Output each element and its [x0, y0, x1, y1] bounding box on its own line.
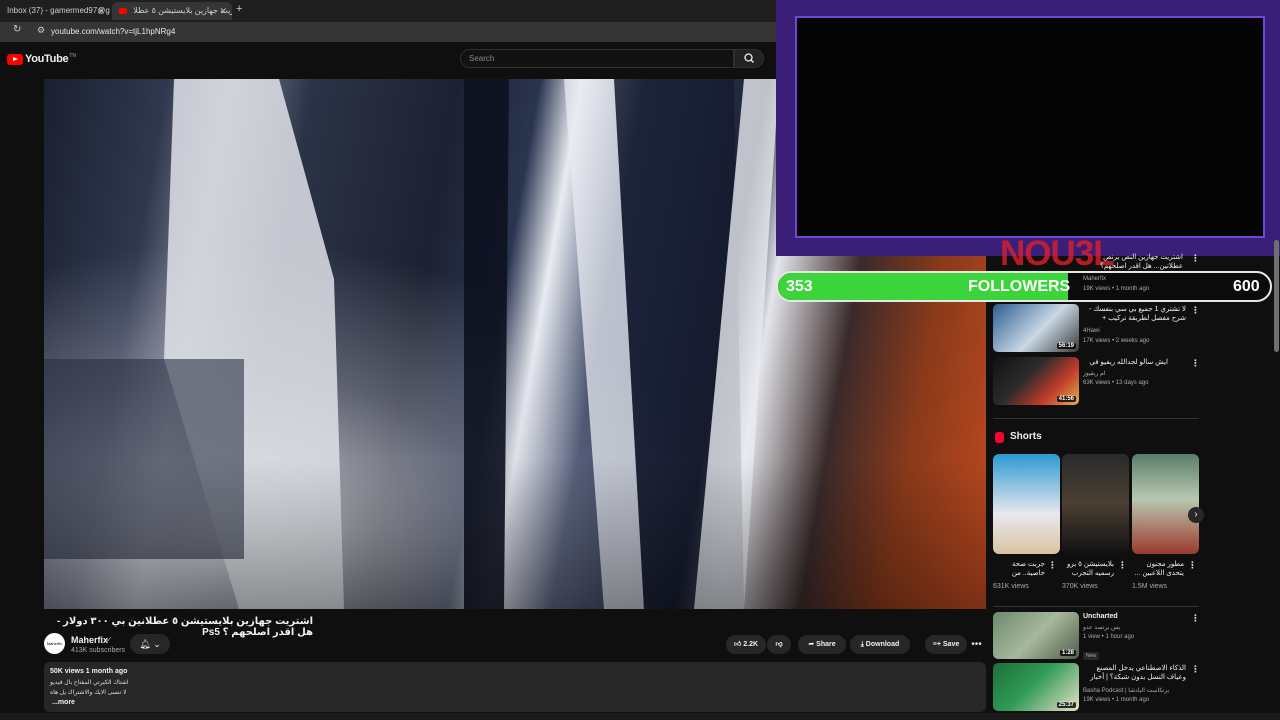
new-badge-wrap: New [1083, 644, 1100, 662]
description-box[interactable] [44, 662, 986, 712]
followers-label: FOLLOWERS [968, 278, 1071, 295]
related-video-title[interactable]: الذكاء الاصطناعي يدخل المصنع وعياف التسل… [1083, 664, 1186, 682]
short-title[interactable]: مطور مجنون يتحدى اللاعبين ... [1132, 560, 1184, 578]
logo-text: YouTube [25, 53, 69, 65]
youtube-logo[interactable]: YouTube TN [7, 53, 76, 65]
video-duration: 1:28 [1059, 650, 1076, 656]
related-video-channel[interactable]: ام ريفيوز [1083, 370, 1105, 377]
short-thumbnail[interactable] [993, 454, 1060, 554]
related-video-thumbnail[interactable]: 25:37 [993, 663, 1079, 711]
related-video-meta: 17K views • 2 weeks ago [1083, 338, 1150, 344]
related-video-thumbnail[interactable]: 1:28 [993, 612, 1079, 659]
chevron-right-icon[interactable]: › [1188, 507, 1204, 523]
new-tab-icon[interactable]: + [236, 3, 242, 15]
related-video-title[interactable]: ايش سالو لجدالله ريفيو في 2025؟ [1083, 358, 1168, 367]
short-thumbnail[interactable] [1062, 454, 1129, 554]
short-title[interactable]: جربت صحة خاصية.. من [993, 560, 1045, 578]
description-line: لا تنسى الايك والاشتراك يل هاه [50, 690, 127, 696]
related-video-meta: 1 view • 1 hour ago [1083, 634, 1135, 640]
related-video-title[interactable]: اشتريت جهازين النص برنص عطلانين... هل اق… [1083, 253, 1183, 271]
shorts-icon [995, 432, 1004, 443]
description-line: اشتاك الكيرتي المفتاح بال فيديو [50, 680, 129, 686]
related-video-meta: 19K views • 1 month ago [1083, 697, 1150, 703]
more-options-icon[interactable]: ⋮ [1048, 560, 1057, 571]
notification-bell-button[interactable]: 🔔︎ ⌄ [130, 634, 170, 654]
channel-avatar[interactable]: Maherfix [44, 633, 65, 654]
close-tab-icon[interactable]: ✕ [219, 2, 227, 20]
more-options-icon[interactable]: ⋮ [1191, 305, 1200, 316]
related-video-meta: 19K views • 1 month ago [1083, 286, 1150, 292]
sidebar-scrollbar[interactable] [1274, 240, 1279, 352]
search-input[interactable]: Search [460, 49, 734, 68]
divider [993, 418, 1199, 419]
share-button[interactable]: ➦ Share [798, 635, 846, 654]
related-video-channel[interactable]: يس برنصد عدو [1083, 624, 1120, 631]
more-options-icon[interactable]: ⋮ [1191, 664, 1200, 675]
url-field[interactable]: youtube.com/watch?v=tjL1hpNRg4 [51, 27, 175, 36]
short-views: 631K views [993, 583, 1029, 590]
channel-name[interactable]: Maherfix [71, 635, 108, 645]
like-count: 2.2K [743, 641, 759, 648]
related-video-meta: 63K views • 13 days ago [1083, 380, 1149, 386]
download-button[interactable]: ⤓ Download [850, 635, 910, 654]
more-options-icon[interactable]: ⋮ [1118, 560, 1127, 571]
like-button[interactable]: 👍︎ 2.2K [726, 635, 766, 654]
shorts-heading: Shorts [1010, 431, 1042, 442]
search-icon [744, 53, 754, 63]
webcam-feed [795, 16, 1265, 238]
save-label: Save [942, 641, 960, 648]
download-icon: ⤓ [860, 641, 864, 648]
related-video-thumbnail[interactable]: 41:56 [993, 357, 1079, 405]
video-duration: 56:19 [1056, 343, 1076, 349]
description-more-link[interactable]: ...more [52, 699, 75, 706]
followers-goal: 600 [1233, 278, 1260, 295]
related-video-channel[interactable]: Basha Podcast | برنكاست البادشا [1083, 687, 1169, 694]
related-video-title[interactable]: Uncharted [1083, 613, 1118, 620]
search-button[interactable] [734, 49, 764, 68]
related-video-channel[interactable]: 4Hawi [1083, 328, 1100, 334]
divider [993, 606, 1199, 607]
tab-title: Inbox (37) - gamermed97@gm [7, 6, 110, 15]
save-button[interactable]: ≡+ Save [925, 635, 967, 654]
followers-current: 353 [786, 278, 813, 295]
site-info-icon[interactable]: ⚙ [37, 25, 45, 36]
short-title[interactable]: بلايستيشن ٥ برو رسميه التجرب [1062, 560, 1114, 578]
related-video-title[interactable]: لا تشتري 1 جميع بي سي بنفسك - شرح مفصل ل… [1083, 305, 1186, 323]
more-options-icon[interactable]: ⋮ [1191, 358, 1200, 369]
new-badge: New [1083, 652, 1100, 660]
more-options-icon[interactable]: ⋮ [1191, 613, 1200, 624]
youtube-play-icon [7, 53, 23, 65]
short-views: 370K views [1062, 583, 1098, 590]
dislike-button[interactable]: 👎︎ [767, 635, 791, 654]
description-meta: 50K views 1 month ago [50, 668, 128, 675]
logo-country-code: TN [69, 53, 76, 59]
save-playlist-icon: ≡+ [932, 641, 941, 648]
video-duration: 41:56 [1056, 396, 1076, 402]
chevron-down-icon: ⌄ [153, 639, 161, 649]
thumbs-up-icon: 👍︎ [733, 641, 742, 648]
download-label: Download [865, 641, 900, 648]
share-icon: ➦ [808, 641, 815, 648]
more-options-icon[interactable]: ⋮ [1188, 560, 1197, 571]
related-video-thumbnail[interactable]: 56:19 [993, 304, 1079, 352]
video-shade [44, 459, 986, 609]
browser-tab-active[interactable]: اشتريت جهازين بلايستيشن ٥ عطلا ✕ [112, 2, 232, 20]
related-video-channel[interactable]: Maherfix [1083, 276, 1106, 282]
close-tab-icon[interactable]: ✕ [97, 2, 105, 20]
share-label: Share [816, 641, 836, 648]
bell-icon: 🔔︎ [139, 639, 151, 649]
os-taskbar [0, 713, 1280, 720]
verified-icon: ✓ [106, 635, 113, 644]
youtube-favicon-icon [119, 7, 127, 14]
subscriber-count: 413K subscribers [71, 647, 126, 654]
tab-title: اشتريت جهازين بلايستيشن ٥ عطلا [133, 6, 232, 15]
short-views: 1.5M views [1132, 583, 1168, 590]
more-options-icon[interactable]: ⋮ [1191, 253, 1200, 264]
browser-tab-inbox[interactable]: Inbox (37) - gamermed97@gm ✕ [0, 2, 110, 20]
thumbs-down-icon: 👎︎ [775, 641, 783, 648]
video-duration: 25:37 [1056, 702, 1076, 708]
reload-icon[interactable]: ↻ [13, 24, 21, 35]
short-thumbnail[interactable] [1132, 454, 1199, 554]
more-actions-icon[interactable]: ••• [969, 635, 984, 654]
